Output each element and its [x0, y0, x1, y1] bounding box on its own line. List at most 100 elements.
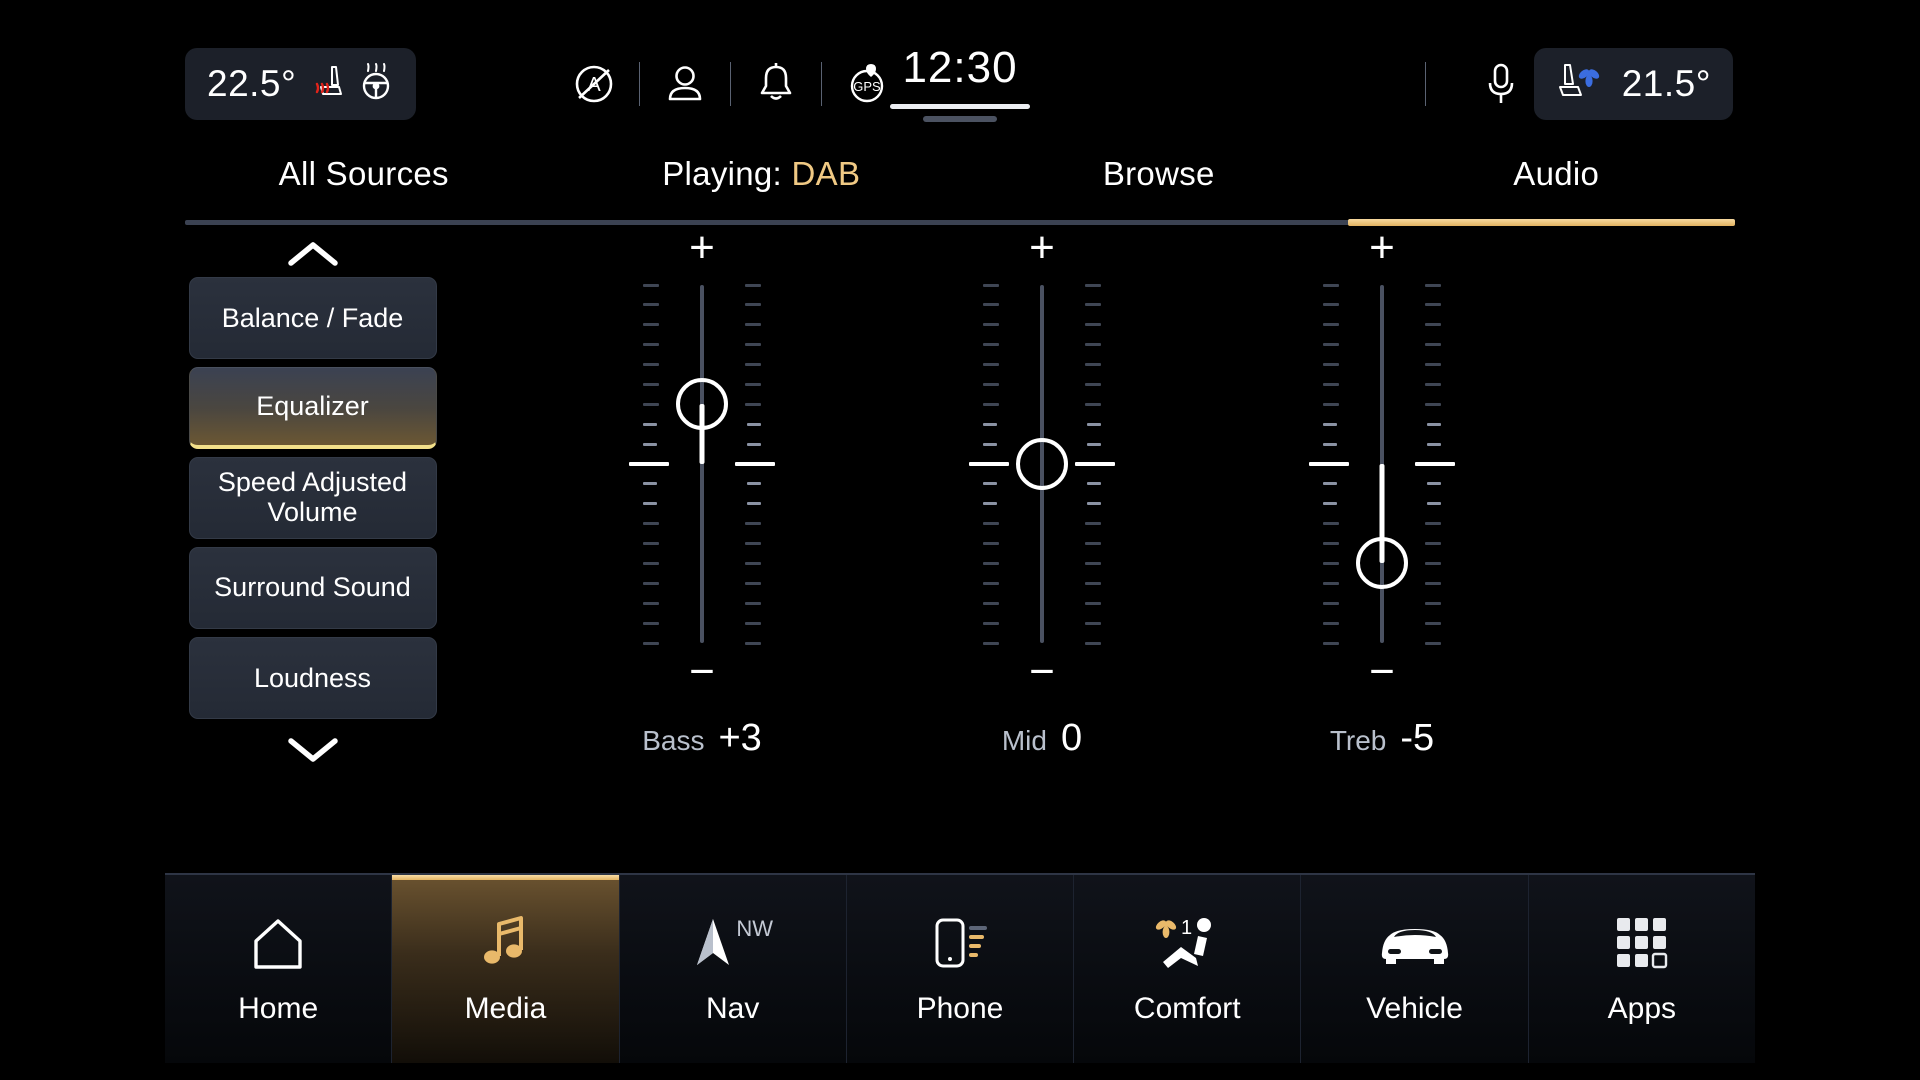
- treble-slider-track[interactable]: [1309, 279, 1455, 649]
- nav-label-nav: Nav: [706, 992, 760, 1025]
- nav-item-nav[interactable]: NW Nav: [619, 875, 847, 1063]
- passenger-climate-button[interactable]: 21.5°: [1533, 48, 1733, 120]
- mid-tick: [1087, 482, 1101, 486]
- eq-band-treble: + − Treb -5: [1212, 225, 1552, 865]
- mid-label: Mid: [1001, 725, 1047, 756]
- treble-tick: [1427, 502, 1441, 506]
- tab-all-sources[interactable]: All Sources: [165, 128, 563, 220]
- treble-tick: [1323, 323, 1339, 327]
- treble-tick: [1323, 561, 1339, 565]
- tab-browse[interactable]: Browse: [960, 128, 1358, 220]
- mid-tick: [983, 343, 999, 347]
- mid-tick: [1085, 343, 1101, 347]
- sidebar-item-speed-adjusted-volume[interactable]: Speed Adjusted Volume: [188, 457, 437, 539]
- bass-tick: [643, 382, 659, 386]
- clock-time: 12:30: [902, 43, 1018, 92]
- bass-tick: [643, 601, 659, 605]
- mid-tick: [1085, 402, 1101, 406]
- bass-tick: [745, 363, 761, 367]
- mid-tick: [983, 402, 999, 406]
- chevron-up-icon[interactable]: [185, 231, 440, 277]
- car-front-icon: [1372, 912, 1458, 974]
- equalizer-sliders: + − Bass +3 + − Mid 0 + − Treb -5: [440, 225, 1755, 865]
- treble-tick: [1425, 303, 1441, 307]
- mid-tick: [983, 641, 999, 645]
- treble-tick: [1323, 581, 1339, 585]
- bass-tick: [643, 323, 659, 327]
- treble-tick: [1323, 621, 1339, 625]
- mid-slider-track[interactable]: [969, 279, 1115, 649]
- seat-vent-icon: [1556, 62, 1608, 107]
- bass-tick: [745, 581, 761, 585]
- mid-tick: [983, 363, 999, 367]
- bass-tick: [745, 621, 761, 625]
- bass-tick: [745, 402, 761, 406]
- bass-tick: [747, 482, 761, 486]
- bass-slider-track[interactable]: [629, 279, 775, 649]
- bass-increase-button[interactable]: +: [667, 225, 737, 271]
- mid-tick: [983, 442, 997, 446]
- mid-tick: [1085, 382, 1101, 386]
- nav-item-phone[interactable]: Phone: [846, 875, 1075, 1063]
- bass-label: Bass: [642, 725, 705, 756]
- mid-tick: [1087, 442, 1101, 446]
- nav-item-home[interactable]: Home: [165, 875, 393, 1063]
- eq-band-mid: + − Mid 0: [872, 225, 1212, 865]
- bass-tick: [643, 363, 659, 367]
- treble-decrease-button[interactable]: −: [1347, 649, 1417, 695]
- treble-tick: [1415, 462, 1455, 466]
- bass-tick: [643, 502, 657, 506]
- nav-label-comfort: Comfort: [1133, 992, 1241, 1025]
- comfort-fan-level: 1: [1181, 917, 1192, 939]
- bass-tick: [643, 542, 659, 546]
- drag-handle[interactable]: [923, 116, 997, 122]
- mid-tick: [1085, 581, 1101, 585]
- treble-tick: [1323, 382, 1339, 386]
- treble-tick: [1323, 522, 1339, 526]
- bass-value: +3: [718, 717, 762, 759]
- bass-tick: [643, 283, 659, 287]
- bass-tick: [735, 462, 775, 466]
- phone-signal-icon: [929, 912, 991, 974]
- chevron-down-icon[interactable]: [185, 727, 440, 773]
- treble-tick: [1425, 323, 1441, 327]
- bass-tick: [745, 343, 761, 347]
- sidebar-item-equalizer[interactable]: Equalizer: [188, 367, 437, 449]
- bass-slider-handle[interactable]: [676, 378, 728, 431]
- bass-readout: Bass +3: [642, 717, 762, 760]
- mid-tick: [983, 422, 997, 426]
- tab-now-playing[interactable]: Playing: DAB: [563, 128, 961, 220]
- treble-tick: [1323, 303, 1339, 307]
- mid-decrease-button[interactable]: −: [1007, 649, 1077, 695]
- mid-tick: [983, 522, 999, 526]
- bass-decrease-button[interactable]: −: [667, 649, 737, 695]
- sidebar-item-balance-fade[interactable]: Balance / Fade: [188, 277, 437, 359]
- bass-tick: [643, 522, 659, 526]
- status-divider: [1425, 62, 1426, 106]
- mid-tick: [1085, 323, 1101, 327]
- mid-tick: [1075, 462, 1115, 466]
- nav-item-vehicle[interactable]: Vehicle: [1301, 875, 1529, 1063]
- music-note-icon: [477, 912, 533, 974]
- bass-tick: [747, 422, 761, 426]
- treble-tick: [1427, 482, 1441, 486]
- sidebar-item-loudness[interactable]: Loudness: [188, 637, 437, 719]
- bass-tick: [745, 601, 761, 605]
- nav-item-apps[interactable]: Apps: [1528, 875, 1755, 1063]
- microphone-icon[interactable]: [1462, 48, 1540, 120]
- mid-slider-handle[interactable]: [1016, 438, 1068, 490]
- bass-tick: [643, 422, 657, 426]
- treble-slider-handle[interactable]: [1356, 537, 1408, 590]
- treble-increase-button[interactable]: +: [1347, 225, 1417, 271]
- mid-increase-button[interactable]: +: [1007, 225, 1077, 271]
- treble-tick: [1425, 542, 1441, 546]
- bass-tick: [745, 303, 761, 307]
- nav-item-media[interactable]: Media: [392, 875, 620, 1063]
- nav-heading-badge: NW: [736, 916, 774, 941]
- tab-audio[interactable]: Audio: [1358, 128, 1756, 220]
- sidebar-item-surround-sound[interactable]: Surround Sound: [188, 547, 437, 629]
- bass-tick: [643, 621, 659, 625]
- treble-value: -5: [1400, 717, 1435, 759]
- treble-tick: [1427, 422, 1441, 426]
- nav-item-comfort[interactable]: 1 Comfort: [1074, 875, 1302, 1063]
